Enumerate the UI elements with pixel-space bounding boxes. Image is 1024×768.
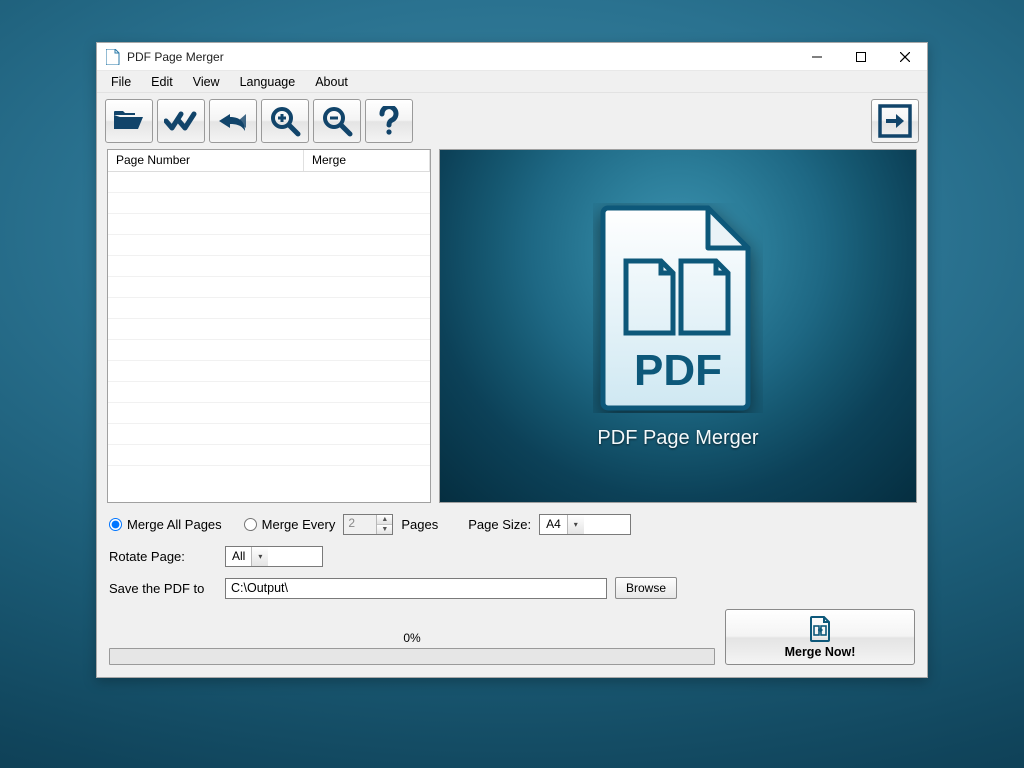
list-row <box>108 403 430 424</box>
svg-text:PDF: PDF <box>634 346 722 395</box>
list-row <box>108 193 430 214</box>
export-icon <box>878 104 912 138</box>
page-size-select[interactable]: A4 ▾ <box>539 514 631 535</box>
merge-every-spinner[interactable]: 2 ▲ ▼ <box>343 514 393 535</box>
rotate-page-value: All <box>226 547 251 566</box>
menu-language[interactable]: Language <box>230 73 306 91</box>
radio-merge-every[interactable]: Merge Every <box>244 517 336 532</box>
zoom-in-button[interactable] <box>261 99 309 143</box>
zoom-out-icon <box>321 105 353 137</box>
spinner-up-icon[interactable]: ▲ <box>377 515 392 525</box>
list-header: Page Number Merge <box>108 150 430 172</box>
menubar: File Edit View Language About <box>97 71 927 93</box>
export-button[interactable] <box>871 99 919 143</box>
list-row <box>108 382 430 403</box>
open-folder-icon <box>112 107 146 135</box>
list-row <box>108 277 430 298</box>
menu-view[interactable]: View <box>183 73 230 91</box>
list-row <box>108 424 430 445</box>
radio-merge-every-label: Merge Every <box>262 517 336 532</box>
chevron-down-icon: ▾ <box>251 547 268 566</box>
radio-merge-all-label: Merge All Pages <box>127 517 222 532</box>
list-row <box>108 361 430 382</box>
zoom-in-icon <box>269 105 301 137</box>
menu-about[interactable]: About <box>305 73 358 91</box>
list-body <box>108 172 430 502</box>
list-row <box>108 235 430 256</box>
pages-suffix: Pages <box>401 517 438 532</box>
spinner-down-icon[interactable]: ▼ <box>377 525 392 534</box>
select-all-icon <box>164 109 198 133</box>
list-row <box>108 172 430 193</box>
undo-icon <box>216 109 250 133</box>
list-row <box>108 256 430 277</box>
menu-edit[interactable]: Edit <box>141 73 183 91</box>
list-row <box>108 340 430 361</box>
merge-now-button[interactable]: Merge Now! <box>725 609 915 665</box>
pdf-logo-icon: PDF <box>593 203 763 413</box>
bottom-area: 0% Merge Now! <box>97 609 927 677</box>
page-size-label: Page Size: <box>468 517 531 532</box>
preview-pane: PDF PDF Page Merger <box>439 149 917 503</box>
merge-doc-icon <box>809 616 831 642</box>
app-icon <box>105 49 121 65</box>
merge-now-label: Merge Now! <box>785 645 856 659</box>
radio-merge-all[interactable]: Merge All Pages <box>109 517 222 532</box>
maximize-button[interactable] <box>839 43 883 70</box>
spinner-value: 2 <box>344 515 376 534</box>
open-button[interactable] <box>105 99 153 143</box>
app-window: PDF Page Merger File Edit View Language … <box>96 42 928 678</box>
progress-bar <box>109 648 715 665</box>
chevron-down-icon: ▾ <box>567 515 584 534</box>
col-merge[interactable]: Merge <box>304 150 430 171</box>
menu-file[interactable]: File <box>101 73 141 91</box>
toolbar <box>97 93 927 149</box>
preview-app-name: PDF Page Merger <box>597 427 758 450</box>
save-path-label: Save the PDF to <box>109 581 217 596</box>
select-all-button[interactable] <box>157 99 205 143</box>
window-title: PDF Page Merger <box>127 50 795 64</box>
rotate-page-select[interactable]: All ▾ <box>225 546 323 567</box>
browse-button[interactable]: Browse <box>615 577 677 599</box>
close-button[interactable] <box>883 43 927 70</box>
options-panel: Merge All Pages Merge Every 2 ▲ ▼ Pages … <box>97 503 927 609</box>
radio-merge-every-input[interactable] <box>244 518 257 531</box>
save-path-input[interactable]: C:\Output\ <box>225 578 607 599</box>
list-row <box>108 214 430 235</box>
col-page-number[interactable]: Page Number <box>108 150 304 171</box>
rotate-page-label: Rotate Page: <box>109 549 217 564</box>
page-size-value: A4 <box>540 515 567 534</box>
help-icon <box>378 106 400 136</box>
list-row <box>108 445 430 466</box>
help-button[interactable] <box>365 99 413 143</box>
radio-merge-all-input[interactable] <box>109 518 122 531</box>
undo-button[interactable] <box>209 99 257 143</box>
minimize-button[interactable] <box>795 43 839 70</box>
zoom-out-button[interactable] <box>313 99 361 143</box>
list-row <box>108 298 430 319</box>
progress-text: 0% <box>403 631 420 645</box>
main-area: Page Number Merge <box>97 149 927 503</box>
titlebar: PDF Page Merger <box>97 43 927 71</box>
page-list[interactable]: Page Number Merge <box>107 149 431 503</box>
list-row <box>108 319 430 340</box>
